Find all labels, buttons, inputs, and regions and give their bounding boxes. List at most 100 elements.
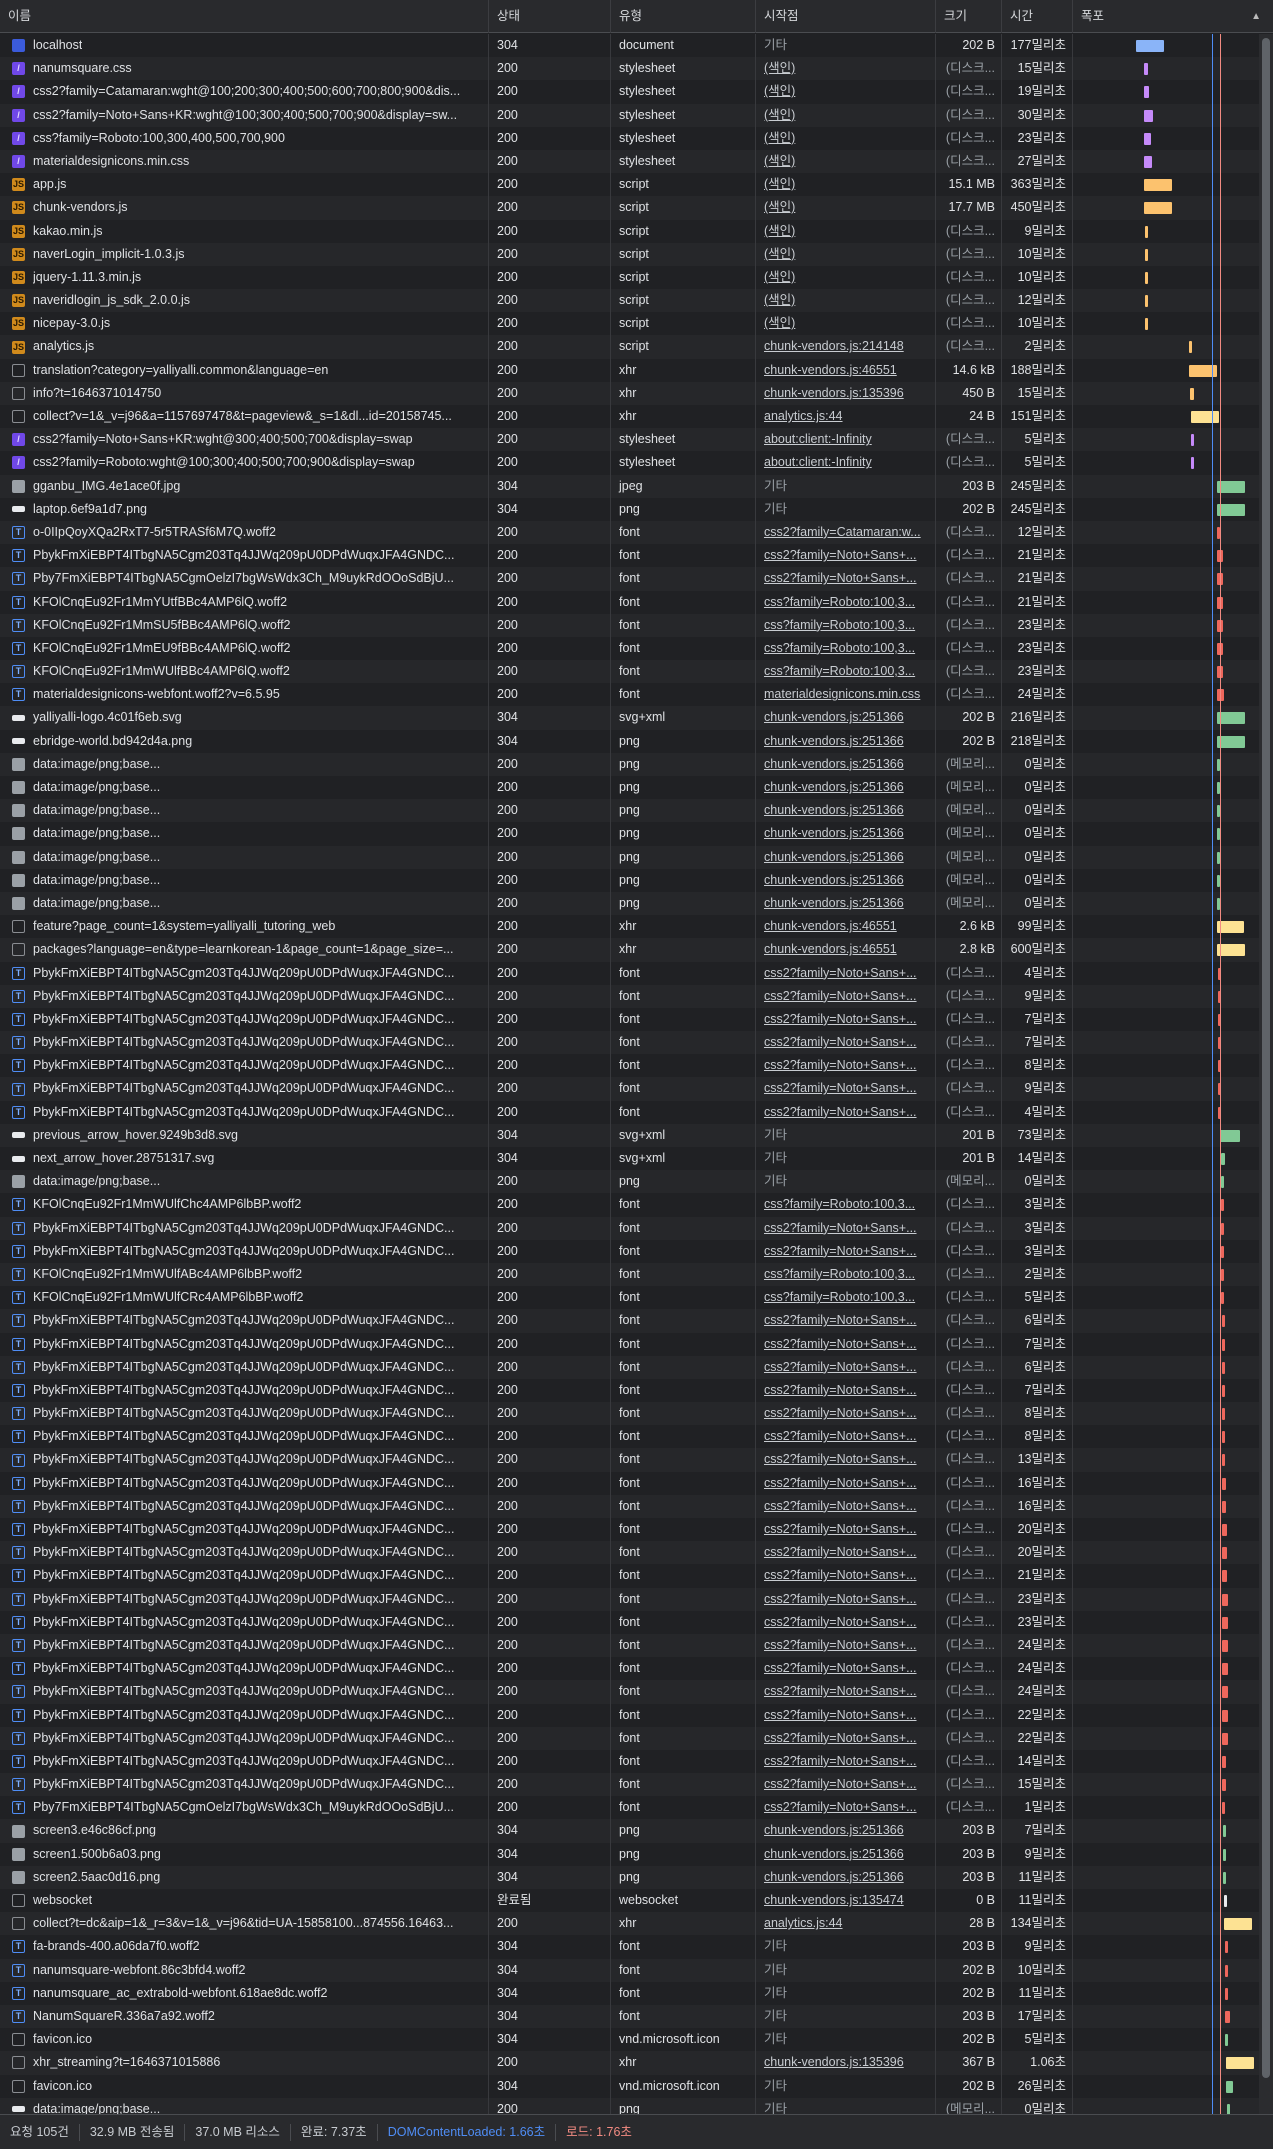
request-name-cell[interactable]: data:image/png;base...: [0, 776, 489, 800]
initiator-cell[interactable]: css2?family=Noto+Sans+...: [756, 1494, 936, 1518]
table-row[interactable]: JS naveridlogin_js_sdk_2.0.0.js 200 script(…: [0, 289, 1259, 313]
table-row[interactable]: localhost 304 document 기타 202 B 177밀리초: [0, 34, 1259, 58]
initiator-cell[interactable]: chunk-vendors.js:251366: [756, 1865, 936, 1889]
request-name-cell[interactable]: T KFOlCnqEu92Fr1MmWUlfBBc4AMP6lQ.woff2: [0, 660, 489, 684]
request-name-cell[interactable]: To-0IIpQoyXQa2RxT7-5r5TRASf6M7Q.woff2: [0, 520, 489, 545]
request-name-cell[interactable]: T PbykFmXiEBPT4ITbgNA5Cgm203Tq4JJWq209pU0…: [0, 1657, 489, 1681]
table-row[interactable]: data:image/png;base... 200 png chunk-vendor…: [0, 891, 1259, 916]
table-row[interactable]: / css?family=Roboto:100,300,400,500,700,9…: [0, 126, 1259, 150]
initiator-cell[interactable]: chunk-vendors.js:251366: [756, 1819, 936, 1843]
table-row[interactable]: T PbykFmXiEBPT4ITbgNA5Cgm203Tq4JJWq209pU0…: [0, 1031, 1259, 1055]
initiator-cell[interactable]: chunk-vendors.js:214148: [756, 335, 936, 359]
request-name-cell[interactable]: data:image/png;base...: [0, 891, 489, 916]
request-name-cell[interactable]: T KFOlCnqEu92Fr1MmWUlfABc4AMP6lbBP.woff2: [0, 1262, 489, 1287]
initiator-cell[interactable]: (색인): [756, 173, 936, 197]
table-row[interactable]: T PbykFmXiEBPT4ITbgNA5Cgm203Tq4JJWq209pU0…: [0, 1773, 1259, 1797]
initiator-cell[interactable]: css2?family=Noto+Sans+...: [756, 1633, 936, 1658]
table-row[interactable]: T KFOlCnqEu92Fr1MmWUlfChc4AMP6lbBP.woff2 2…: [0, 1193, 1259, 1217]
table-row[interactable]: T PbykFmXiEBPT4ITbgNA5Cgm203Tq4JJWq209pU0…: [0, 1378, 1259, 1403]
initiator-cell[interactable]: css2?family=Noto+Sans+...: [756, 1773, 936, 1797]
table-row[interactable]: T PbykFmXiEBPT4ITbgNA5Cgm203Tq4JJWq209pU0…: [0, 1100, 1259, 1124]
table-row[interactable]: T PbykFmXiEBPT4ITbgNA5Cgm203Tq4JJWq209pU0…: [0, 1726, 1259, 1750]
initiator-cell[interactable]: materialdesignicons.min.css: [756, 683, 936, 707]
initiator-cell[interactable]: css2?family=Noto+Sans+...: [756, 1332, 936, 1356]
table-row[interactable]: T KFOlCnqEu92Fr1MmWUlfABc4AMP6lbBP.woff2 2…: [0, 1262, 1259, 1287]
table-row[interactable]: JS naverLogin_implicit-1.0.3.js 200 script(…: [0, 242, 1259, 266]
table-row[interactable]: / css2?family=Catamaran:wght@100;200;300;…: [0, 80, 1259, 104]
table-row[interactable]: T PbykFmXiEBPT4ITbgNA5Cgm203Tq4JJWq209pU0…: [0, 1703, 1259, 1727]
initiator-cell[interactable]: (색인): [756, 126, 936, 150]
initiator-cell[interactable]: chunk-vendors.js:135396: [756, 2051, 936, 2075]
request-name-cell[interactable]: T PbykFmXiEBPT4ITbgNA5Cgm203Tq4JJWq209pU0…: [0, 1425, 489, 1449]
request-name-cell[interactable]: info?t=1646371014750: [0, 381, 489, 405]
vertical-scrollbar[interactable]: [1259, 34, 1273, 2114]
request-name-cell[interactable]: / css2?family=Roboto:wght@100;300;400;500…: [0, 451, 489, 475]
initiator-cell[interactable]: css2?family=Noto+Sans+...: [756, 1610, 936, 1634]
table-row[interactable]: T PbykFmXiEBPT4ITbgNA5Cgm203Tq4JJWq209pU0…: [0, 1402, 1259, 1426]
request-name-cell[interactable]: T PbykFmXiEBPT4ITbgNA5Cgm203Tq4JJWq209pU0…: [0, 1378, 489, 1403]
table-row[interactable]: T PbykFmXiEBPT4ITbgNA5Cgm203Tq4JJWq209pU0…: [0, 1077, 1259, 1101]
table-row[interactable]: T KFOlCnqEu92Fr1MmEU9fBBc4AMP6lQ.woff2 200…: [0, 636, 1259, 661]
request-name-cell[interactable]: T PbykFmXiEBPT4ITbgNA5Cgm203Tq4JJWq209pU0…: [0, 1610, 489, 1634]
request-name-cell[interactable]: laptop.6ef9a1d7.png: [0, 497, 489, 521]
table-row[interactable]: previous_arrow_hover.9249b3d8.svg 304 svg+…: [0, 1123, 1259, 1147]
request-name-cell[interactable]: T PbykFmXiEBPT4ITbgNA5Cgm203Tq4JJWq209pU0…: [0, 1773, 489, 1797]
request-name-cell[interactable]: / nanumsquare.css: [0, 57, 489, 81]
request-name-cell[interactable]: collect?v=1&_v=j96&a=1157697478&t=pagevi…: [0, 405, 489, 429]
sort-ascending-icon[interactable]: ▲: [1251, 0, 1261, 33]
request-name-cell[interactable]: T PbykFmXiEBPT4ITbgNA5Cgm203Tq4JJWq209pU0…: [0, 1518, 489, 1542]
request-name-cell[interactable]: ebridge-world.bd942d4a.png: [0, 729, 489, 753]
initiator-cell[interactable]: (색인): [756, 242, 936, 266]
table-row[interactable]: T PbykFmXiEBPT4ITbgNA5Cgm203Tq4JJWq209pU0…: [0, 1633, 1259, 1658]
table-row[interactable]: yalliyalli-logo.4c01f6eb.svg 304 svg+xml ch…: [0, 706, 1259, 730]
table-row[interactable]: / css2?family=Noto+Sans+KR:wght@300;400;5…: [0, 428, 1259, 452]
initiator-cell[interactable]: chunk-vendors.js:46551: [756, 358, 936, 382]
initiator-cell[interactable]: css2?family=Noto+Sans+...: [756, 1541, 936, 1565]
table-row[interactable]: T PbykFmXiEBPT4ITbgNA5Cgm203Tq4JJWq209pU0…: [0, 984, 1259, 1008]
initiator-cell[interactable]: css2?family=Noto+Sans+...: [756, 1448, 936, 1472]
column-header-name[interactable]: 이름: [0, 0, 489, 33]
table-row[interactable]: next_arrow_hover.28751317.svg 304 svg+xml 기…: [0, 1147, 1259, 1171]
request-name-cell[interactable]: / css?family=Roboto:100,300,400,500,700,9…: [0, 126, 489, 150]
initiator-cell[interactable]: css2?family=Noto+Sans+...: [756, 1749, 936, 1774]
table-row[interactable]: T PbykFmXiEBPT4ITbgNA5Cgm203Tq4JJWq209pU0…: [0, 1587, 1259, 1611]
table-row[interactable]: data:image/png;base... 200 png chunk-vendor…: [0, 822, 1259, 846]
table-row[interactable]: T PbykFmXiEBPT4ITbgNA5Cgm203Tq4JJWq209pU0…: [0, 1541, 1259, 1565]
table-row[interactable]: T PbykFmXiEBPT4ITbgNA5Cgm203Tq4JJWq209pU0…: [0, 1610, 1259, 1634]
initiator-cell[interactable]: css?family=Roboto:100,3...: [756, 1262, 936, 1287]
request-name-cell[interactable]: JS nicepay-3.0.js: [0, 312, 489, 336]
scrollbar-thumb[interactable]: [1262, 38, 1270, 2078]
request-name-cell[interactable]: translation?category=yalliyalli.common&l…: [0, 358, 489, 382]
table-row[interactable]: websocket 완료됨 websocket chunk-vendors.js:13…: [0, 1889, 1259, 1913]
table-row[interactable]: collect?v=1&_v=j96&a=1157697478&t=pagevi…: [0, 405, 1259, 429]
initiator-cell[interactable]: css2?family=Noto+Sans+...: [756, 1587, 936, 1611]
initiator-cell[interactable]: css2?family=Noto+Sans+...: [756, 1796, 936, 1820]
initiator-cell[interactable]: chunk-vendors.js:251366: [756, 729, 936, 753]
table-row[interactable]: T PbykFmXiEBPT4ITbgNA5Cgm203Tq4JJWq209pU0…: [0, 1749, 1259, 1774]
initiator-cell[interactable]: css2?family=Noto+Sans+...: [756, 1309, 936, 1333]
initiator-cell[interactable]: css2?family=Noto+Sans+...: [756, 1518, 936, 1542]
request-name-cell[interactable]: T PbykFmXiEBPT4ITbgNA5Cgm203Tq4JJWq209pU0…: [0, 544, 489, 568]
initiator-cell[interactable]: css2?family=Noto+Sans+...: [756, 1054, 936, 1078]
request-name-cell[interactable]: gganbu_IMG.4e1ace0f.jpg: [0, 474, 489, 498]
initiator-cell[interactable]: css2?family=Noto+Sans+...: [756, 1564, 936, 1588]
initiator-cell[interactable]: css2?family=Noto+Sans+...: [756, 1657, 936, 1681]
request-name-cell[interactable]: JS kakao.min.js: [0, 219, 489, 243]
table-row[interactable]: JS analytics.js 200 script chunk-vendors.js:…: [0, 335, 1259, 359]
request-name-cell[interactable]: T PbykFmXiEBPT4ITbgNA5Cgm203Tq4JJWq209pU0…: [0, 961, 489, 985]
table-row[interactable]: ebridge-world.bd942d4a.png 304 png chunk-ve…: [0, 729, 1259, 753]
table-row[interactable]: data:image/png;base... 200 png 기타 (메모리... 0밀리…: [0, 1170, 1259, 1194]
request-name-cell[interactable]: T NanumSquareR.336a7a92.woff2: [0, 2004, 489, 2029]
request-name-cell[interactable]: Tfa-brands-400.a06da7f0.woff2: [0, 1935, 489, 1959]
initiator-cell[interactable]: css2?family=Noto+Sans+...: [756, 1355, 936, 1379]
table-row[interactable]: screen2.5aac0d16.png 304 png chunk-vendors.…: [0, 1865, 1259, 1889]
table-row[interactable]: T PbykFmXiEBPT4ITbgNA5Cgm203Tq4JJWq209pU0…: [0, 1332, 1259, 1356]
initiator-cell[interactable]: analytics.js:44: [756, 405, 936, 429]
initiator-cell[interactable]: css2?family=Noto+Sans+...: [756, 544, 936, 568]
table-row[interactable]: Tfa-brands-400.a06da7f0.woff2 304 font 기타 20…: [0, 1935, 1259, 1959]
request-name-cell[interactable]: T Pby7FmXiEBPT4ITbgNA5CgmOelzI7bgWsWdx3Ch…: [0, 1796, 489, 1820]
table-row[interactable]: screen3.e46c86cf.png 304 png chunk-vendors.…: [0, 1819, 1259, 1843]
request-name-cell[interactable]: T PbykFmXiEBPT4ITbgNA5Cgm203Tq4JJWq209pU0…: [0, 1355, 489, 1379]
table-row[interactable]: T PbykFmXiEBPT4ITbgNA5Cgm203Tq4JJWq209pU0…: [0, 1518, 1259, 1542]
column-header-time[interactable]: 시간: [1002, 0, 1073, 33]
